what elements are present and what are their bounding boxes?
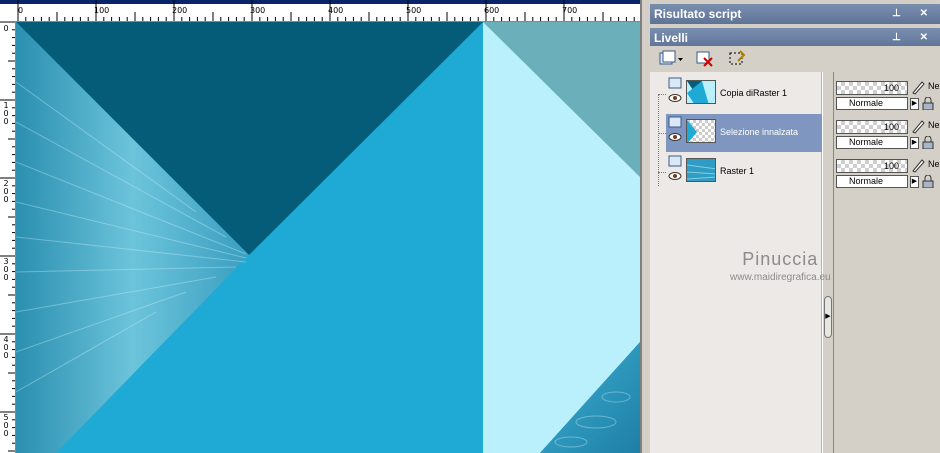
- new-layer-icon[interactable]: [658, 49, 683, 69]
- panel-splitter[interactable]: ▶: [822, 72, 834, 453]
- tree-branch: [658, 172, 666, 173]
- blend-mode-select[interactable]: Normale: [836, 136, 908, 149]
- ruler-label-200: 200: [172, 6, 188, 15]
- script-panel-controls[interactable]: ⊥ ✕: [892, 4, 936, 24]
- ne-label: Ne: [928, 81, 940, 91]
- right-dock: Risultato script ⊥ ✕ Livelli ⊥ ✕ Copia d…: [640, 0, 940, 453]
- opacity-field[interactable]: 100: [836, 81, 908, 95]
- horizontal-ruler: 0 100 200 300 400 500 600 700: [0, 0, 640, 22]
- script-panel-title[interactable]: Risultato script ⊥ ✕: [650, 4, 940, 24]
- ruler-vlabel-100: 1 0 0: [3, 101, 9, 126]
- layer-name: Raster 1: [720, 166, 755, 176]
- layer-thumbnail: [686, 119, 716, 143]
- ruler-vlabel-400: 4 0 0: [3, 335, 9, 360]
- blend-dropdown-icon[interactable]: ▶: [910, 98, 919, 110]
- canvas-artwork: [16, 22, 640, 453]
- ruler-vlabel-500: 5 0 0: [3, 413, 9, 438]
- layer-row-raster-1[interactable]: Raster 1: [666, 153, 822, 191]
- layer-props-2: 100 Normale ▶ Ne: [836, 114, 940, 150]
- layer-props-3: 100 Normale ▶ Ne: [836, 153, 940, 189]
- ruler-ticks-left: [0, 22, 15, 452]
- layer-thumbnail: [686, 158, 716, 182]
- blend-mode-select[interactable]: Normale: [836, 97, 908, 110]
- selection-icon[interactable]: [726, 49, 748, 69]
- layers-panel-controls[interactable]: ⊥ ✕: [892, 28, 936, 48]
- layers-area: Copia diRaster 1 Selezione innalzata Ras…: [650, 72, 940, 453]
- ruler-label-100: 100: [94, 6, 110, 15]
- blend-dropdown-icon[interactable]: ▶: [910, 137, 919, 149]
- opacity-field[interactable]: 100: [836, 120, 908, 134]
- script-panel-title-text: Risultato script: [654, 7, 742, 21]
- image-canvas[interactable]: [16, 22, 640, 453]
- vertical-ruler: 0 1 0 0 2 0 0 3 0 0 4 0 0 5 0 0: [0, 22, 16, 453]
- ruler-label-0: 0: [18, 6, 24, 15]
- layer-mini-icons: [668, 116, 682, 146]
- layer-props-1: 100 Normale ▶ Ne: [836, 75, 940, 111]
- brush-icon[interactable]: [910, 79, 926, 95]
- app-window: 0 100 200 300 400 500 600 700 0 1 0 0 2 …: [0, 0, 940, 453]
- ne-label: Ne: [928, 159, 940, 169]
- ruler-vlabel-0: 0: [3, 24, 9, 33]
- ne-label: Ne: [928, 120, 940, 130]
- brush-icon[interactable]: [910, 118, 926, 134]
- layer-name: Selezione innalzata: [720, 127, 799, 137]
- layer-row-selezione[interactable]: Selezione innalzata: [666, 114, 822, 152]
- layer-row-copia-raster[interactable]: Copia diRaster 1: [666, 75, 822, 113]
- layers-panel-title-text: Livelli: [654, 31, 689, 45]
- tree-branch: [658, 94, 666, 95]
- layers-toolbar: [650, 46, 940, 72]
- ruler-label-600: 600: [484, 6, 500, 15]
- lock-icon[interactable]: [922, 174, 934, 189]
- ruler-label-500: 500: [406, 6, 422, 15]
- ruler-label-700: 700: [562, 6, 578, 15]
- blend-dropdown-icon[interactable]: ▶: [910, 176, 919, 188]
- ruler-label-400: 400: [328, 6, 344, 15]
- layer-list: Copia diRaster 1 Selezione innalzata Ras…: [650, 72, 822, 453]
- layer-name: Copia diRaster 1: [720, 88, 788, 98]
- ruler-vlabel-300: 3 0 0: [3, 257, 9, 282]
- delete-layer-icon[interactable]: [694, 49, 716, 69]
- tree-branch: [658, 133, 666, 134]
- layer-mini-icons: [668, 77, 682, 107]
- opacity-field[interactable]: 100: [836, 159, 908, 173]
- ruler-label-300: 300: [250, 6, 266, 15]
- brush-icon[interactable]: [910, 157, 926, 173]
- blend-mode-select[interactable]: Normale: [836, 175, 908, 188]
- layer-thumbnail: [686, 80, 716, 104]
- layers-panel-title[interactable]: Livelli ⊥ ✕: [650, 28, 940, 48]
- ruler-vlabel-200: 2 0 0: [3, 179, 9, 204]
- layer-properties: 100 Normale ▶ Ne 100 Normale ▶ Ne 100 No…: [834, 72, 940, 453]
- lock-icon[interactable]: [922, 96, 934, 111]
- layer-mini-icons: [668, 155, 682, 185]
- lock-icon[interactable]: [922, 135, 934, 150]
- splitter-grip-icon[interactable]: ▶: [824, 296, 832, 338]
